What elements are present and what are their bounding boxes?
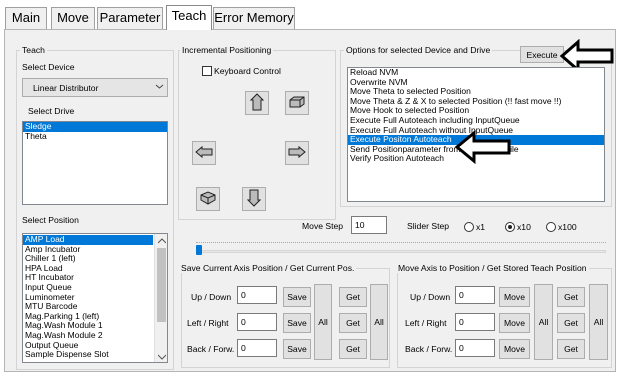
save-leftright-button[interactable]: Save	[283, 313, 311, 333]
tab-error-memory[interactable]: Error Memory	[213, 7, 295, 29]
move-updown-button[interactable]: Move	[499, 287, 530, 307]
chevron-down-icon	[155, 82, 164, 93]
select-position-label: Select Position	[22, 215, 79, 225]
arrow-down-icon	[246, 189, 262, 209]
move-leftright-value[interactable]: 0	[455, 313, 495, 331]
save-updown-label: Up / Down	[191, 292, 232, 302]
radio-x100[interactable]	[546, 222, 556, 232]
move-updown-label: Up / Down	[410, 292, 451, 302]
scroll-down-icon[interactable]	[157, 352, 167, 362]
move-backforw-button[interactable]: Move	[499, 339, 530, 359]
scrollbar-thumb[interactable]	[157, 248, 166, 322]
position-list-item[interactable]: Sample Dispense Slot	[23, 350, 153, 360]
save-panel-title: Save Current Axis Position / Get Current…	[179, 263, 357, 273]
move-all-button[interactable]: All	[534, 284, 553, 360]
move-left-button[interactable]	[192, 141, 216, 165]
incremental-group-title: Incremental Positioning	[180, 45, 274, 55]
keyboard-control-checkbox[interactable]	[202, 66, 212, 76]
device-dropdown[interactable]: Linear Distributor	[22, 78, 168, 97]
radio-x1[interactable]	[464, 222, 474, 232]
save-all-button[interactable]: All	[314, 284, 332, 360]
drive-list[interactable]: Sledge Theta	[22, 121, 168, 205]
move-right-button[interactable]	[285, 141, 309, 165]
get-updown-button[interactable]: Get	[339, 287, 367, 307]
move-backforw-label: Back / Forw.	[405, 344, 453, 354]
get-teach-all-button[interactable]: All	[589, 284, 608, 360]
scroll-up-icon[interactable]	[157, 236, 167, 246]
execute-button[interactable]: Execute	[520, 46, 564, 63]
box-backward-icon	[199, 191, 217, 207]
tab-move[interactable]: Move	[51, 7, 95, 29]
move-backforw-value[interactable]: 0	[455, 339, 495, 357]
position-list[interactable]: AMP Load Amp Incubator Chiller 1 (left) HPA…	[22, 233, 168, 363]
get-all-button[interactable]: All	[370, 284, 388, 360]
move-step-label: Move Step	[302, 221, 344, 231]
tab-parameter[interactable]: Parameter	[97, 7, 163, 29]
save-updown-button[interactable]: Save	[283, 287, 311, 307]
move-out-button[interactable]	[196, 187, 220, 211]
save-backforw-value[interactable]: 0	[237, 339, 277, 357]
slider-track	[196, 250, 606, 253]
select-device-label: Select Device	[22, 62, 75, 72]
radio-x1-label: x1	[476, 222, 486, 232]
get-backforw-button[interactable]: Get	[339, 339, 367, 359]
move-down-button[interactable]	[242, 187, 266, 211]
move-leftright-button[interactable]: Move	[499, 313, 530, 333]
save-leftright-value[interactable]: 0	[237, 313, 277, 331]
options-group-title: Options for selected Device and Drive	[344, 45, 493, 55]
tab-main[interactable]: Main	[5, 7, 47, 29]
move-step-input[interactable]: 10	[351, 216, 387, 234]
move-leftright-label: Left / Right	[405, 318, 447, 328]
move-panel-title: Move Axis to Position / Get Stored Teach…	[396, 263, 589, 273]
position-list-scrollbar[interactable]	[154, 234, 167, 362]
slider-ticks	[196, 242, 606, 243]
arrow-left-icon	[195, 145, 213, 161]
teach-group-title: Teach	[20, 45, 47, 55]
slider-step-label: Slider Step	[407, 221, 450, 231]
drive-list-item[interactable]: Theta	[23, 131, 167, 142]
save-backforw-label: Back / Forw.	[187, 344, 235, 354]
move-updown-value[interactable]: 0	[455, 286, 495, 304]
save-backforw-button[interactable]: Save	[283, 339, 311, 359]
keyboard-control-label: Keyboard Control	[214, 66, 281, 76]
radio-x100-label: x100	[558, 222, 577, 232]
radio-x10[interactable]	[505, 222, 515, 232]
get-teach-backforw-button[interactable]: Get	[557, 339, 585, 359]
callout-arrow-icon	[454, 129, 511, 166]
arrow-up-icon	[249, 93, 265, 113]
box-forward-icon	[288, 95, 306, 111]
device-dropdown-value: Linear Distributor	[33, 83, 99, 93]
get-leftright-button[interactable]: Get	[339, 313, 367, 333]
arrow-right-icon	[288, 145, 306, 161]
tab-teach[interactable]: Teach	[166, 5, 212, 30]
save-updown-value[interactable]: 0	[237, 286, 277, 304]
get-teach-leftright-button[interactable]: Get	[557, 313, 585, 333]
radio-x10-label: x10	[517, 222, 531, 232]
move-in-button[interactable]	[285, 91, 309, 115]
slider-thumb[interactable]	[196, 245, 202, 255]
get-teach-updown-button[interactable]: Get	[557, 287, 585, 307]
select-drive-label: Select Drive	[28, 106, 75, 116]
save-leftright-label: Left / Right	[187, 318, 229, 328]
move-up-button[interactable]	[245, 91, 269, 115]
step-slider[interactable]	[196, 241, 606, 255]
